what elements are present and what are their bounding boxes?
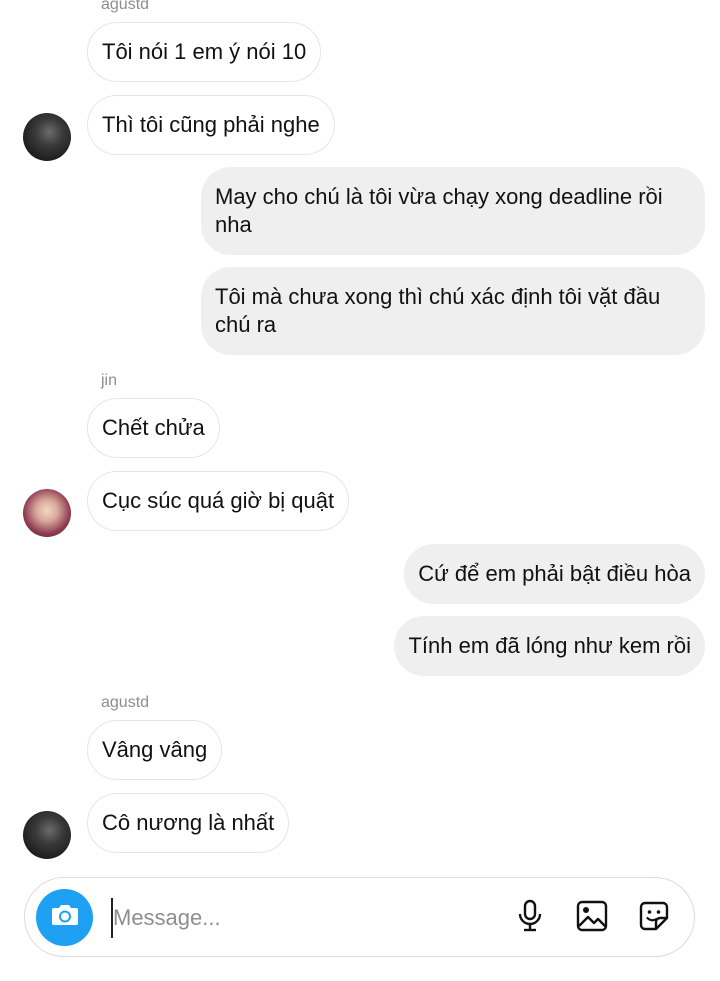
message-bubble-outgoing[interactable]: Tôi mà chưa xong thì chú xác định tôi vặ… — [201, 267, 705, 355]
avatar[interactable] — [23, 811, 71, 859]
message-bubble-outgoing[interactable]: Tính em đã lóng như kem rồi — [394, 616, 705, 676]
avatar[interactable] — [23, 489, 71, 537]
message-bubble-outgoing[interactable]: Cứ để em phải bật điều hòa — [404, 544, 705, 604]
message-bubble-incoming[interactable]: Chết chửa — [87, 398, 220, 458]
message-composer — [24, 877, 695, 957]
sender-name: agustd — [101, 0, 150, 13]
message-bubble-incoming[interactable]: Tôi nói 1 em ý nói 10 — [87, 22, 322, 82]
avatar[interactable] — [23, 113, 71, 161]
message-bubble-incoming[interactable]: Cô nương là nhất — [87, 793, 290, 853]
message-bubble-incoming[interactable]: Vâng vâng — [87, 720, 223, 780]
camera-icon — [50, 902, 80, 933]
sender-name: jin — [101, 372, 118, 389]
microphone-button[interactable] — [511, 899, 549, 937]
message-bubble-incoming[interactable]: Cục súc quá giờ bị quật — [87, 471, 350, 531]
sticker-icon — [637, 899, 671, 938]
microphone-icon — [515, 899, 545, 938]
gallery-button[interactable] — [573, 899, 611, 937]
message-bubble-outgoing[interactable]: May cho chú là tôi vừa chạy xong deadlin… — [201, 167, 705, 255]
sticker-button[interactable] — [635, 899, 673, 937]
image-icon — [575, 899, 609, 938]
message-input[interactable] — [111, 898, 493, 938]
sender-name: agustd — [101, 694, 150, 711]
message-bubble-incoming[interactable]: Thì tôi cũng phải nghe — [87, 95, 335, 155]
camera-button[interactable] — [36, 889, 93, 946]
